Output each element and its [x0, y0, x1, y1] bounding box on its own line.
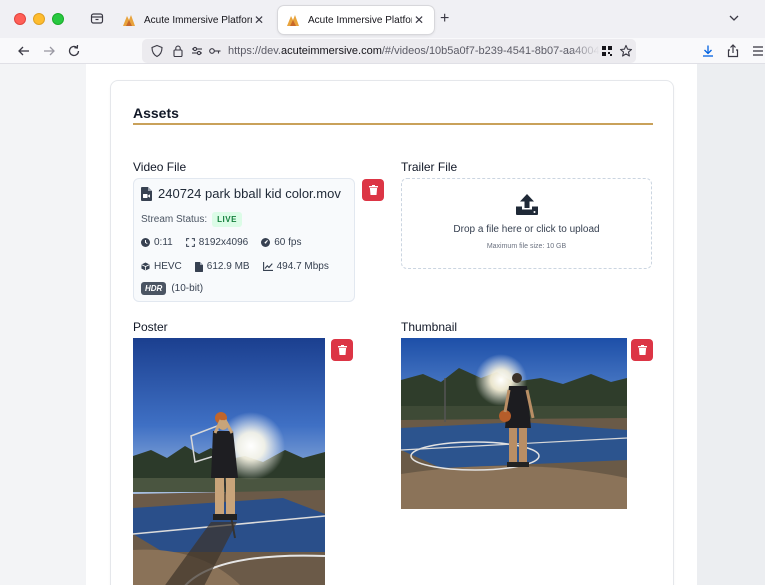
bit-depth-value: (10-bit) [171, 283, 204, 294]
video-file-name: 240724 park bball kid color.mov [158, 186, 341, 201]
duration-value: 0:11 [154, 237, 173, 248]
poster-image[interactable] [133, 338, 325, 585]
poster-label: Poster [133, 320, 168, 334]
dropzone-text: Drop a file here or click to upload [453, 224, 600, 235]
page-viewport: Assets Video File 240724 park bball kid … [0, 64, 765, 585]
cube-icon [141, 262, 150, 271]
codec-meta: HEVC [141, 261, 182, 272]
expand-icon [185, 238, 195, 247]
new-tab-icon[interactable]: + [440, 10, 449, 28]
delete-video-file-button[interactable] [362, 179, 384, 201]
trash-icon [337, 345, 347, 355]
fps-meta: 60 fps [261, 237, 301, 248]
upload-icon [516, 194, 538, 215]
bitrate-meta: 494.7 Mbps [262, 261, 329, 272]
browser-tab-active[interactable]: Acute Immersive Platform ✕ [278, 6, 434, 34]
trash-icon [637, 345, 647, 355]
hdr-badge: HDR [141, 282, 167, 295]
file-icon [194, 261, 203, 272]
download-icon[interactable] [700, 43, 716, 59]
browser-nav-bar: https://dev.acuteimmersive.com/#/videos/… [0, 38, 765, 64]
close-window-button[interactable] [14, 13, 26, 25]
delete-thumbnail-button[interactable] [631, 339, 653, 361]
size-value: 612.9 MB [206, 261, 250, 272]
back-arrow-icon[interactable] [16, 43, 32, 59]
key-icon[interactable] [208, 44, 222, 58]
url-prefix: https://dev. [228, 45, 281, 57]
lock-icon[interactable] [171, 44, 185, 58]
tab-close-icon[interactable]: ✕ [412, 13, 426, 27]
tab-title: Acute Immersive Platform [308, 14, 412, 26]
browser-tab[interactable]: Acute Immersive Platform ✕ [114, 6, 274, 34]
section-title: Assets [133, 105, 179, 121]
menu-icon[interactable] [750, 43, 765, 59]
file-video-icon [141, 186, 152, 201]
video-meta-row-2: HEVC 612.9 MB 494.7 Mbps [141, 261, 342, 272]
assets-card: Assets Video File 240724 park bball kid … [110, 80, 674, 585]
right-gutter [697, 64, 765, 585]
url-path: /#/videos/10b5a0f7-b239-4541-8b07-aa4004… [381, 45, 600, 57]
bookmark-star-icon[interactable] [619, 44, 633, 58]
favicon-icon [123, 15, 135, 26]
trailer-file-dropzone[interactable]: Drop a file here or click to upload Maxi… [401, 178, 652, 269]
permissions-icon[interactable] [190, 44, 204, 58]
thumbnail-image[interactable] [401, 338, 627, 509]
bitrate-value: 494.7 Mbps [276, 261, 329, 272]
favicon-icon [287, 15, 299, 26]
resolution-meta: 8192x4096 [185, 237, 249, 248]
tab-overview-icon[interactable] [90, 11, 104, 25]
dropzone-max-size: Maximum file size: 10 GB [486, 243, 567, 250]
chevron-down-icon[interactable] [728, 12, 740, 24]
clock-icon [141, 238, 150, 247]
qr-code-icon[interactable] [600, 44, 614, 58]
tab-close-icon[interactable]: ✕ [252, 13, 266, 27]
video-meta-row-1: 0:11 8192x4096 60 fps [141, 237, 314, 248]
delete-poster-button[interactable] [331, 339, 353, 361]
thumbnail-label: Thumbnail [401, 320, 458, 334]
shield-icon[interactable] [150, 44, 164, 58]
browser-tab-bar: Acute Immersive Platform ✕ Acute Immersi… [0, 0, 765, 38]
chart-line-icon [262, 262, 273, 271]
section-divider [133, 123, 653, 125]
video-file-name-row: 240724 park bball kid color.mov [141, 186, 341, 201]
url-host: acuteimmersive.com [281, 45, 382, 57]
url-text[interactable]: https://dev.acuteimmersive.com/#/videos/… [228, 45, 600, 57]
video-file-card: 240724 park bball kid color.mov Stream S… [133, 178, 355, 302]
reload-icon[interactable] [66, 43, 82, 59]
tab-title: Acute Immersive Platform [144, 14, 252, 26]
codec-value: HEVC [154, 261, 182, 272]
stream-status-row: Stream Status: LIVE [141, 212, 242, 227]
video-file-label: Video File [133, 160, 187, 174]
gauge-icon [261, 238, 271, 247]
status-badge: LIVE [212, 212, 242, 227]
resolution-value: 8192x4096 [198, 237, 249, 248]
fps-value: 60 fps [274, 237, 302, 248]
share-icon[interactable] [725, 43, 741, 59]
stream-status-label: Stream Status: [141, 214, 208, 225]
minimize-window-button[interactable] [33, 13, 45, 25]
trailer-file-label: Trailer File [401, 160, 458, 174]
maximize-window-button[interactable] [52, 13, 64, 25]
duration-meta: 0:11 [141, 237, 173, 248]
hdr-row: HDR (10-bit) [141, 282, 203, 295]
url-bar[interactable]: https://dev.acuteimmersive.com/#/videos/… [142, 39, 636, 63]
size-meta: 612.9 MB [194, 261, 250, 272]
trash-icon [368, 185, 378, 195]
forward-arrow-icon[interactable] [41, 43, 57, 59]
